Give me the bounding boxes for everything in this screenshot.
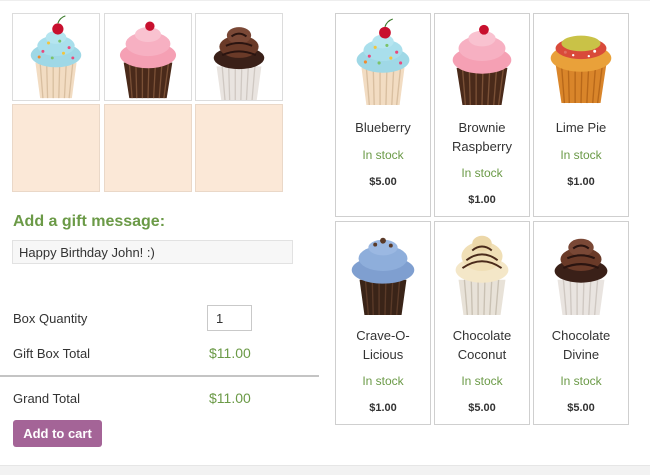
product-price: $5.00	[567, 402, 595, 414]
product-price: $1.00	[468, 194, 496, 206]
chocolate-divine-cupcake-image	[553, 237, 609, 316]
product-card-crave-o-licious[interactable]: Crave-O- Licious In stock $1.00	[335, 221, 431, 425]
product-name: Crave-O- Licious	[356, 328, 410, 362]
box-slot-6-empty[interactable]	[195, 104, 283, 192]
blueberry-cupcake-image	[30, 15, 82, 99]
top-border	[0, 0, 650, 1]
box-quantity-label: Box Quantity	[13, 311, 88, 326]
product-card-lime-pie[interactable]: Lime Pie In stock $1.00	[533, 13, 629, 217]
crave-o-licious-cupcake-image	[351, 237, 415, 316]
product-card-blueberry[interactable]: Blueberry In stock $5.00	[335, 13, 431, 217]
gift-message-heading: Add a gift message:	[13, 213, 166, 230]
product-card-chocolate-coconut[interactable]: Chocolate Coconut In stock $5.00	[434, 221, 530, 425]
add-to-cart-button[interactable]: Add to cart	[13, 420, 102, 447]
stock-status: In stock	[461, 166, 503, 180]
stock-status: In stock	[362, 374, 404, 388]
product-name: Chocolate Coconut	[452, 328, 512, 362]
box-quantity-input[interactable]	[207, 305, 252, 331]
stock-status: In stock	[362, 148, 404, 162]
blueberry-cupcake-image	[355, 18, 411, 106]
box-slot-4-empty[interactable]	[12, 104, 100, 192]
gift-box-total-label: Gift Box Total	[13, 346, 91, 361]
brownie-raspberry-cupcake-image	[119, 20, 177, 99]
stock-status: In stock	[560, 374, 602, 388]
stock-status: In stock	[461, 374, 503, 388]
product-price: $5.00	[369, 176, 397, 188]
box-slot-3[interactable]	[195, 13, 283, 102]
chocolate-divine-cupcake-image	[212, 26, 266, 102]
box-slot-5-empty[interactable]	[104, 104, 192, 192]
product-name: Lime Pie	[555, 120, 607, 135]
lime-pie-cupcake-image	[550, 34, 612, 104]
gift-message-input[interactable]	[12, 240, 293, 264]
grand-total-value: $11.00	[209, 390, 251, 406]
gift-box-total-value: $11.00	[209, 345, 251, 361]
product-name: Chocolate Divine	[551, 328, 611, 362]
product-price: $5.00	[468, 402, 496, 414]
product-card-chocolate-divine[interactable]: Chocolate Divine In stock $5.00	[533, 221, 629, 425]
box-slot-1[interactable]	[12, 13, 100, 101]
totals-divider	[0, 375, 319, 377]
box-slot-2[interactable]	[104, 13, 192, 101]
product-price: $1.00	[369, 402, 397, 414]
stock-status: In stock	[560, 148, 602, 162]
product-name: Brownie Raspberry	[452, 120, 512, 154]
product-card-brownie-raspberry[interactable]: Brownie Raspberry In stock $1.00	[434, 13, 530, 217]
brownie-raspberry-cupcake-image	[451, 24, 513, 106]
product-price: $1.00	[567, 176, 595, 188]
product-name: Blueberry	[355, 120, 411, 135]
grand-total-label: Grand Total	[13, 391, 80, 406]
chocolate-coconut-cupcake-image	[454, 234, 510, 316]
